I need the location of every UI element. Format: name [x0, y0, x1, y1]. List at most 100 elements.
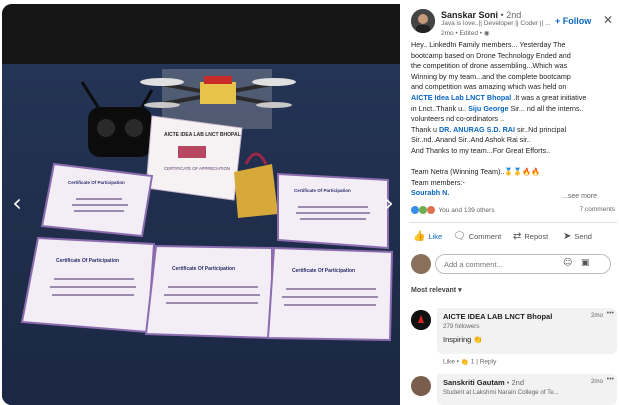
celebrate-reaction-icon: [418, 206, 427, 214]
author-headline: Java is love..|| Developer || Coder || .…: [441, 20, 551, 27]
certificate-title: Certificate Of Participation: [292, 268, 355, 274]
post-text-segment: Team members:-: [411, 177, 465, 187]
author-photo-icon: [411, 9, 435, 33]
commenter-name[interactable]: Sanskriti Gautam • 2nd: [443, 378, 611, 387]
next-image-arrow[interactable]: ›: [382, 190, 396, 216]
idea-lab-logo-icon: [411, 310, 431, 330]
comment-composer: ☺ ▣: [411, 254, 617, 276]
image-icon[interactable]: ▣: [581, 258, 590, 268]
post-text-segment: And Thanks to my team...For Great Effort…: [411, 145, 551, 155]
love-reaction-icon: [426, 206, 435, 214]
comment-button[interactable]: 🗨 Comment: [453, 226, 501, 246]
comment-reaction-count[interactable]: 1: [471, 359, 475, 366]
mention-link[interactable]: Siju George: [468, 104, 508, 113]
comments-count[interactable]: 7 comments: [580, 206, 615, 213]
post-text-segment: Winning by my team...and the complete bo…: [411, 71, 571, 81]
send-button[interactable]: ➤ Send: [563, 226, 592, 246]
appreciation-banner-text: AICTE IDEA LAB LNCT BHOPAL: [164, 132, 241, 138]
post-text-line: the competition of drone assembling...Wh…: [411, 61, 617, 72]
post-text-line: Team Netra (Winning Team)..🥇🥇🔥🔥: [411, 167, 617, 178]
post-text-line: volunteers nd co-ordinators ..: [411, 114, 617, 125]
post-image[interactable]: AICTE IDEA LAB LNCT BHOPAL CERTIFICATE O…: [2, 4, 400, 405]
certificate-4: Certificate Of Participation: [144, 244, 273, 340]
commenter-avatar[interactable]: [411, 376, 431, 396]
post-text-line: and competition was amazing which was he…: [411, 82, 617, 93]
sort-comments-dropdown[interactable]: Most relevant ▾: [411, 286, 462, 294]
post-header: Sanskar Soni • 2nd Java is love..|| Deve…: [403, 0, 619, 40]
post-text-line: Team members:-: [411, 178, 617, 189]
commenter-name[interactable]: AICTE IDEA LAB LNCT Bhopal: [443, 312, 611, 321]
post-viewer: AICTE IDEA LAB LNCT BHOPAL CERTIFICATE O…: [0, 0, 619, 405]
commenter-subtitle: Student at Lakshmi Narain College of Te.…: [443, 389, 559, 396]
author-avatar[interactable]: [411, 9, 435, 33]
clap-reaction-icon: 👏: [460, 359, 469, 366]
author-name[interactable]: Sanskar Soni • 2nd: [441, 10, 521, 20]
follow-button[interactable]: + Follow: [555, 16, 591, 26]
divider: [409, 222, 617, 223]
commenter-logo[interactable]: [411, 310, 431, 330]
author-name-text[interactable]: Sanskar Soni: [441, 10, 498, 20]
post-actions: 👍 Like 🗨 Comment ⇄ Repost ➤ Send: [409, 226, 617, 246]
post-text-line: [411, 157, 617, 168]
post-text-segment: the competition of drone assembling...Wh…: [411, 61, 568, 71]
comment-like-button[interactable]: Like: [443, 359, 455, 366]
certificate-3: Certificate Of Participation: [20, 236, 156, 334]
post-text-segment: volunteers nd co-ordinators ..: [411, 114, 505, 124]
post-text-line: AICTE Idea Lab LNCT Bhopal .It was a gre…: [411, 93, 617, 104]
repost-icon: ⇄: [513, 230, 522, 242]
comment-icon: 🗨: [453, 230, 466, 242]
comment-time: 2mo: [590, 312, 603, 319]
post-text-segment: Hey.. LinkedIn Family members... Yesterd…: [411, 40, 566, 49]
like-reaction-icon: [411, 206, 419, 214]
certificate-title: Certificate Of Participation: [294, 188, 351, 193]
commenter-degree: • 2nd: [506, 378, 525, 387]
post-text-line: Winning by my team...and the complete bo…: [411, 72, 617, 83]
post-text-segment: in Lnct..Thank u..: [411, 103, 469, 113]
certificate-title: Certificate Of Participation: [172, 266, 235, 272]
post-text-segment: Thank u: [411, 124, 439, 134]
comment-bubble: Sanskriti Gautam • 2nd Student at Lakshm…: [437, 374, 617, 405]
commenter-name-text[interactable]: Sanskriti Gautam: [443, 378, 505, 387]
post-text-segment: .It was a great initiative: [511, 92, 587, 102]
comment-label: Comment: [468, 231, 502, 241]
close-icon[interactable]: ✕: [603, 13, 613, 27]
author-degree: • 2nd: [500, 10, 522, 20]
post-details-panel: Sanskar Soni • 2nd Java is love..|| Deve…: [403, 0, 619, 405]
certificate-title: Certificate Of Participation: [68, 180, 125, 185]
emoji-icon[interactable]: ☺: [563, 258, 572, 268]
comment-bubble: AICTE IDEA LAB LNCT Bhopal 279 followers…: [437, 308, 617, 354]
see-more-link[interactable]: ...see more: [562, 193, 597, 200]
send-icon: ➤: [563, 230, 572, 242]
reaction-icons[interactable]: [411, 206, 435, 214]
appreciation-certificate: AICTE IDEA LAB LNCT BHOPAL CERTIFICATE O…: [145, 115, 243, 201]
certificate-5: Certificate Of Participation: [266, 246, 394, 342]
comment-text: Inspiring 👏: [443, 335, 483, 344]
mention-link[interactable]: AICTE Idea Lab LNCT Bhopal: [411, 93, 511, 102]
comment-more-icon[interactable]: •••: [607, 310, 614, 317]
send-label: Send: [574, 231, 592, 241]
post-text-segment: and competition was amazing which was he…: [411, 82, 567, 92]
post-text-segment: [411, 157, 413, 166]
thumbs-up-icon: 👍: [413, 230, 426, 242]
post-meta: 2mo • Edited • ◉: [441, 30, 490, 37]
mention-link[interactable]: DR. ANURAG S.D. RAI: [439, 125, 515, 134]
previous-image-arrow[interactable]: ‹: [10, 190, 24, 216]
appreciation-title-text: CERTIFICATE OF APPRECIATION: [164, 166, 230, 171]
post-text-segment: bootcamp based on Drone Technology Ended…: [411, 50, 571, 60]
post-text-line: bootcamp based on Drone Technology Ended…: [411, 51, 617, 62]
bootcamp-photo-illustration: AICTE IDEA LAB LNCT BHOPAL CERTIFICATE O…: [2, 4, 400, 405]
like-button[interactable]: 👍 Like: [413, 226, 442, 246]
post-text-segment: Team Netra (Winning Team)..🥇🥇🔥🔥: [411, 167, 541, 177]
comment-reply-button[interactable]: Reply: [480, 359, 497, 366]
comment-time: 2mo: [590, 378, 603, 385]
post-text-line: Sir..nd..Anand Sir..And Ashok Rai sir..: [411, 135, 617, 146]
comment-actions-separator: |: [476, 358, 478, 366]
reactions-count[interactable]: You and 139 others: [438, 207, 494, 214]
post-text-line: And Thanks to my team...For Great Effort…: [411, 146, 617, 157]
repost-button[interactable]: ⇄ Repost: [513, 226, 548, 246]
post-text-segment: Sir... nd all the interns..: [508, 103, 584, 113]
comment-more-icon[interactable]: •••: [607, 376, 614, 383]
mention-link[interactable]: Sourabh N.: [411, 188, 449, 197]
post-text-line: Thank u DR. ANURAG S.D. RAI sir..Nd prin…: [411, 125, 617, 136]
commenter-subtitle: 279 followers: [443, 323, 480, 330]
